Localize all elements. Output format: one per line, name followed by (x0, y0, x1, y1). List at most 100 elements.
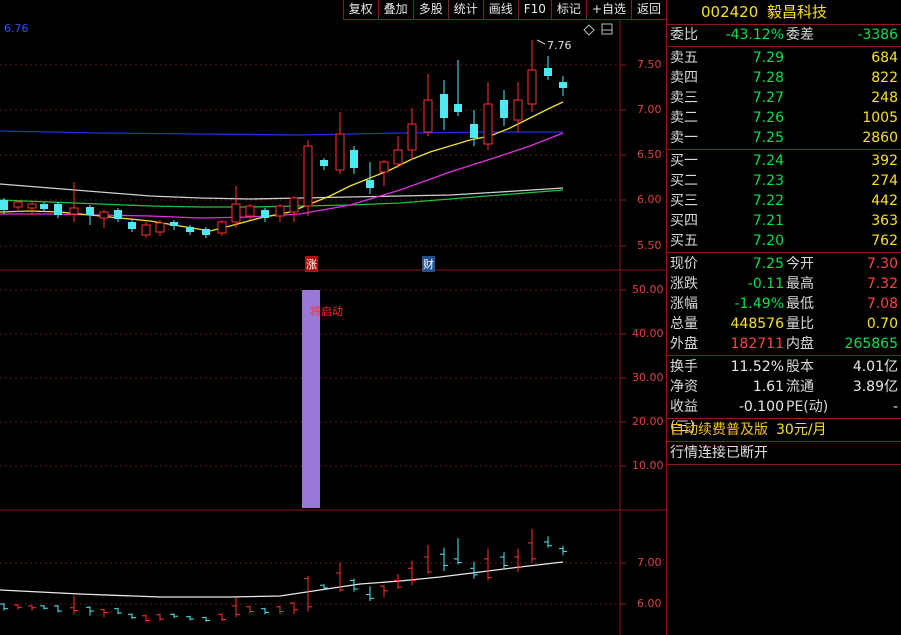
buy-level-label: 买三 (670, 193, 698, 209)
buy-level-label: 买四 (670, 213, 698, 229)
stat-label: 现价 (670, 256, 698, 272)
sell-volume: 822 (871, 70, 898, 86)
candle-body (320, 160, 328, 166)
y-tick-ind-4: 10.00 (632, 459, 664, 472)
candle-body (202, 229, 210, 235)
buy-row[interactable]: 买四 7.21 363 (667, 211, 901, 231)
candle-body (335, 133, 345, 171)
stats-row: 总量 448576 量比 0.70 (667, 314, 901, 334)
sell-level-label: 卖二 (670, 110, 698, 126)
promo-price[interactable]: 30元/月 (768, 420, 827, 440)
buy-row[interactable]: 买五 7.20 762 (667, 231, 901, 251)
fuquan-button[interactable]: 复权 (342, 0, 378, 20)
candle-body (54, 204, 62, 215)
stat2-value-2: - (892, 399, 898, 415)
candle-body (13, 201, 23, 208)
stat-label: 总量 (670, 316, 698, 332)
stat2-value: 1.61 (752, 379, 784, 395)
y-tick-main-0: 7.50 (637, 58, 662, 71)
weibi-value: -43.12% (725, 27, 784, 43)
candle-body (0, 200, 8, 210)
mark-button[interactable]: 标记 (550, 0, 586, 20)
candle-body (513, 99, 523, 121)
weicha-label: 委差 (786, 27, 814, 43)
zhang-marker[interactable]: 涨 (305, 256, 318, 272)
cai-marker[interactable]: 财 (422, 256, 435, 272)
sell-level-label: 卖五 (670, 50, 698, 66)
draw-line-button[interactable]: 画线 (482, 0, 518, 20)
chart-toolbar: 复权 叠加 多股 统计 画线 F10 标记 +自选 返回 (342, 0, 666, 20)
status-row: 行情连接已断开 (667, 443, 901, 463)
candle-body (527, 69, 537, 105)
stat-label-2: 最低 (786, 296, 814, 312)
y-tick-main-3: 6.00 (637, 193, 662, 206)
indicator-bar (302, 290, 320, 508)
ma-blue-line (0, 130, 563, 136)
promo-text[interactable]: 自动续费普及版 (667, 420, 768, 440)
candle-body (470, 124, 478, 138)
f10-button[interactable]: F10 (517, 0, 551, 20)
buy-row[interactable]: 买一 7.24 392 (667, 151, 901, 171)
candle-body (40, 204, 48, 209)
stat2-value-2: 4.01亿 (852, 359, 898, 375)
stat-value: 182711 (730, 336, 784, 352)
overlay-button[interactable]: 叠加 (377, 0, 413, 20)
candle-body (423, 99, 433, 133)
candle-body (407, 123, 417, 151)
y-tick-vol-0: 7.00 (637, 556, 662, 569)
buy-price: 7.23 (752, 173, 784, 189)
stat-value-2: 7.08 (866, 296, 898, 312)
stats-row: 涨幅 -1.49% 最低 7.08 (667, 294, 901, 314)
candle-body (170, 222, 178, 226)
sell-row[interactable]: 卖五 7.29 684 (667, 48, 901, 68)
back-button[interactable]: 返回 (630, 0, 666, 20)
kline-chart[interactable]: 7.76 将启动 (0, 0, 666, 635)
sell-row[interactable]: 卖一 7.25 2860 (667, 128, 901, 148)
promo-row[interactable]: 自动续费普及版 30元/月 (667, 420, 901, 440)
stats2-row: 收益(三) -0.100 PE(动) - (667, 397, 901, 435)
stat-value-2: 7.30 (866, 256, 898, 272)
stat2-label: 换手 (670, 359, 698, 375)
sell-volume: 248 (871, 90, 898, 106)
sell-volume: 684 (871, 50, 898, 66)
sell-price: 7.26 (752, 110, 784, 126)
stat-value-2: 0.70 (866, 316, 898, 332)
stat-value: 448576 (730, 316, 784, 332)
stock-code: 002420 (701, 3, 759, 21)
add-watchlist-button[interactable]: +自选 (585, 0, 631, 20)
sell-row[interactable]: 卖二 7.26 1005 (667, 108, 901, 128)
sell-price: 7.27 (752, 90, 784, 106)
sell-row[interactable]: 卖四 7.28 822 (667, 68, 901, 88)
sell-row[interactable]: 卖三 7.27 248 (667, 88, 901, 108)
multi-stock-button[interactable]: 多股 (412, 0, 448, 20)
buy-level-label: 买一 (670, 153, 698, 169)
sell-level-label: 卖四 (670, 70, 698, 86)
candle-body (261, 210, 269, 218)
stat-label: 外盘 (670, 336, 698, 352)
buy-row[interactable]: 买二 7.23 274 (667, 171, 901, 191)
stat-label-2: 内盘 (786, 336, 814, 352)
stats-button[interactable]: 统计 (447, 0, 483, 20)
candle-body (440, 94, 448, 118)
expand-icon[interactable] (601, 23, 613, 35)
sell-price: 7.25 (752, 130, 784, 146)
candle-body (393, 149, 403, 165)
weibi-label: 委比 (670, 27, 698, 43)
y-tick-ind-1: 40.00 (632, 327, 664, 340)
stats-row: 现价 7.25 今开 7.30 (667, 254, 901, 274)
stat-label: 涨跌 (670, 276, 698, 292)
bottom-ohlc-bars (0, 528, 567, 622)
candle-body (379, 161, 389, 173)
sell-level-label: 卖一 (670, 130, 698, 146)
stat2-value: 11.52% (730, 359, 784, 375)
indicator-annotation: 将启动 (310, 305, 343, 318)
buy-volume: 274 (871, 173, 898, 189)
quote-panel: 002420 毅昌科技 委比 -43.12% 委差 -3386 卖五 7.29 68… (666, 0, 901, 635)
y-tick-main-4: 5.50 (637, 239, 662, 252)
candle-body (289, 197, 299, 213)
diamond-icon[interactable] (583, 24, 595, 36)
chart-area[interactable]: 7.76 将启动 6.76 涨 财 7.50 7.00 6.50 6.00 5.… (0, 0, 666, 635)
stat2-label-2: PE(动) (786, 399, 829, 415)
buy-row[interactable]: 买三 7.22 442 (667, 191, 901, 211)
buy-level-label: 买二 (670, 173, 698, 189)
